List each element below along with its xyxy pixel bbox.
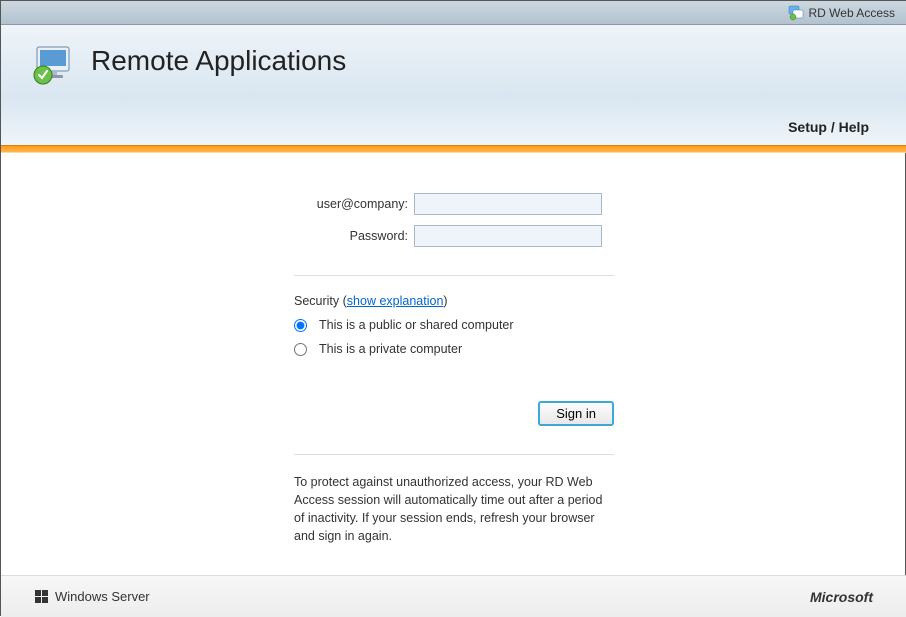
public-computer-option[interactable]: This is a public or shared computer	[294, 318, 614, 332]
page-title: Remote Applications	[91, 45, 346, 77]
username-label: user@company:	[294, 197, 414, 211]
divider	[294, 275, 614, 276]
footer-left: Windows Server	[35, 589, 150, 604]
content-area: user@company: Password: Security (show e…	[1, 153, 906, 546]
private-computer-option[interactable]: This is a private computer	[294, 342, 614, 356]
password-input[interactable]	[414, 225, 602, 247]
accent-bar	[1, 145, 906, 153]
windows-icon	[35, 590, 49, 604]
show-explanation-link[interactable]: show explanation	[347, 294, 444, 308]
private-radio-label: This is a private computer	[319, 342, 462, 356]
footer: Windows Server Microsoft	[1, 575, 906, 617]
rd-access-icon	[788, 5, 804, 21]
private-radio[interactable]	[294, 343, 307, 356]
public-radio[interactable]	[294, 319, 307, 332]
password-label: Password:	[294, 229, 414, 243]
username-input[interactable]	[414, 193, 602, 215]
setup-help-link[interactable]: Setup / Help	[788, 119, 869, 135]
footer-left-text: Windows Server	[55, 589, 150, 604]
password-row: Password:	[294, 225, 614, 247]
public-radio-label: This is a public or shared computer	[319, 318, 514, 332]
timeout-notice: To protect against unauthorized access, …	[294, 473, 614, 546]
signin-button[interactable]: Sign in	[538, 401, 614, 426]
topbar: RD Web Access	[1, 1, 906, 25]
username-row: user@company:	[294, 193, 614, 215]
divider	[294, 454, 614, 455]
security-label: Security (show explanation)	[294, 294, 614, 308]
topbar-label: RD Web Access	[809, 6, 895, 20]
footer-right-text: Microsoft	[810, 589, 873, 605]
monitor-icon	[31, 45, 79, 87]
header: Remote Applications Setup / Help	[1, 25, 906, 145]
